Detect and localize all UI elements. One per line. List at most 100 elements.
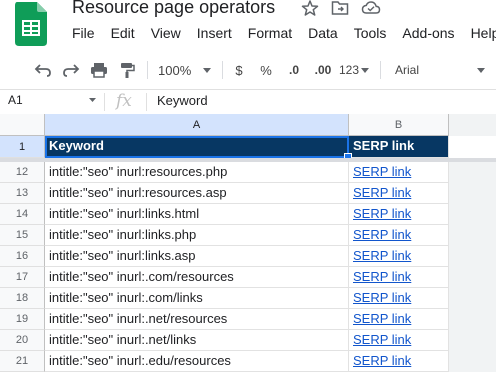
font-value: Arial (395, 63, 420, 77)
menu-file[interactable]: File (72, 24, 95, 44)
out-of-range-area (449, 246, 496, 267)
function-icon: fx (116, 91, 132, 111)
out-of-range-area (449, 162, 496, 183)
currency-format-button[interactable]: $ (231, 53, 247, 87)
cloud-saved-icon[interactable] (361, 0, 381, 16)
serp-link-cell[interactable]: SERP link (349, 267, 449, 288)
chevron-down-icon[interactable] (89, 98, 96, 102)
serp-link[interactable]: SERP link (353, 311, 411, 326)
serp-link[interactable]: SERP link (353, 290, 411, 305)
header-cell-keyword[interactable]: Keyword (45, 136, 349, 158)
serp-link[interactable]: SERP link (353, 185, 411, 200)
sheets-logo-icon[interactable] (15, 2, 47, 46)
star-icon[interactable] (301, 0, 319, 16)
serp-link-cell[interactable]: SERP link (349, 225, 449, 246)
toolbar: 100% $ % .0 .00 123 Arial (0, 53, 496, 87)
document-title[interactable]: Resource page operators (72, 0, 275, 18)
chevron-down-icon (361, 67, 370, 73)
row-header[interactable]: 20 (0, 330, 45, 351)
out-of-range-area (449, 183, 496, 204)
menu-help[interactable]: Help (471, 24, 496, 44)
more-formats-button[interactable]: 123 (339, 53, 373, 87)
keyword-cell[interactable]: intitle:"seo" inurl:links.html (45, 204, 349, 225)
menu-view[interactable]: View (151, 24, 181, 44)
out-of-range-area (449, 204, 496, 225)
serp-link[interactable]: SERP link (353, 269, 411, 284)
toolbar-divider (147, 61, 148, 79)
row-header[interactable]: 15 (0, 225, 45, 246)
toolbar-divider (380, 61, 381, 79)
serp-link-cell[interactable]: SERP link (349, 309, 449, 330)
out-of-range-area (449, 267, 496, 288)
row-header[interactable]: 12 (0, 162, 45, 183)
keyword-cell[interactable]: intitle:"seo" inurl:resources.php (45, 162, 349, 183)
serp-link[interactable]: SERP link (353, 332, 411, 347)
menu-format[interactable]: Format (248, 24, 292, 44)
font-select[interactable]: Arial (395, 53, 496, 87)
serp-link-cell[interactable]: SERP link (349, 351, 449, 372)
serp-link[interactable]: SERP link (353, 206, 411, 221)
serp-link-cell[interactable]: SERP link (349, 204, 449, 225)
row-header[interactable]: 14 (0, 204, 45, 225)
print-icon[interactable] (88, 53, 110, 87)
keyword-cell[interactable]: intitle:"seo" inurl:.com/resources (45, 267, 349, 288)
serp-link-cell[interactable]: SERP link (349, 183, 449, 204)
zoom-select[interactable]: 100% (158, 53, 216, 87)
keyword-cell[interactable]: intitle:"seo" inurl:.com/links (45, 288, 349, 309)
select-all-corner[interactable] (0, 114, 45, 136)
out-of-range-area (449, 330, 496, 351)
row-header[interactable]: 13 (0, 183, 45, 204)
serp-link-cell[interactable]: SERP link (349, 330, 449, 351)
menu-insert[interactable]: Insert (197, 24, 232, 44)
menu-data[interactable]: Data (308, 24, 338, 44)
menu-bar: File Edit View Insert Format Data Tools … (72, 24, 496, 44)
column-header-b[interactable]: B (349, 114, 449, 136)
keyword-cell[interactable]: intitle:"seo" inurl:.net/resources (45, 309, 349, 330)
header-cell-serp-link[interactable]: SERP link (349, 136, 449, 158)
row-header[interactable]: 18 (0, 288, 45, 309)
out-of-range-area (449, 351, 496, 372)
row-header[interactable]: 17 (0, 267, 45, 288)
keyword-cell[interactable]: intitle:"seo" inurl:.net/links (45, 330, 349, 351)
keyword-cell[interactable]: intitle:"seo" inurl:links.php (45, 225, 349, 246)
menu-edit[interactable]: Edit (111, 24, 135, 44)
undo-icon[interactable] (32, 53, 54, 87)
serp-link[interactable]: SERP link (353, 227, 411, 242)
row-header[interactable]: 19 (0, 309, 45, 330)
serp-link-cell[interactable]: SERP link (349, 246, 449, 267)
formula-input[interactable]: Keyword (157, 93, 208, 108)
column-header-a[interactable]: A (45, 114, 349, 136)
out-of-range-area (449, 225, 496, 246)
percent-format-button[interactable]: % (258, 53, 274, 87)
menu-add-ons[interactable]: Add-ons (402, 24, 454, 44)
out-of-range-area (449, 288, 496, 309)
serp-link[interactable]: SERP link (353, 164, 411, 179)
serp-link[interactable]: SERP link (353, 248, 411, 263)
row-header[interactable]: 1 (0, 136, 45, 158)
out-of-range-area (449, 309, 496, 330)
serp-link[interactable]: SERP link (353, 353, 411, 368)
decrease-decimal-button[interactable]: .0 (284, 53, 304, 87)
increase-decimal-button[interactable]: .00 (311, 53, 335, 87)
row-header[interactable]: 16 (0, 246, 45, 267)
zoom-value: 100% (158, 62, 192, 78)
serp-link-cell[interactable]: SERP link (349, 162, 449, 183)
keyword-cell[interactable]: intitle:"seo" inurl:resources.asp (45, 183, 349, 204)
menu-tools[interactable]: Tools (354, 24, 387, 44)
toolbar-divider (222, 61, 223, 79)
spreadsheet-grid: A B 1 Keyword SERP link 12 intitle:"seo" … (0, 114, 496, 374)
move-to-folder-icon[interactable] (331, 0, 349, 16)
redo-icon[interactable] (60, 53, 82, 87)
keyword-cell[interactable]: intitle:"seo" inurl:links.asp (45, 246, 349, 267)
header-filler (449, 114, 496, 136)
formula-bar: A1 fx Keyword (0, 89, 496, 115)
divider (146, 93, 147, 111)
chevron-down-icon (477, 67, 486, 73)
keyword-cell[interactable]: intitle:"seo" inurl:.edu/resources (45, 351, 349, 372)
paint-format-icon[interactable] (116, 53, 138, 87)
row-header[interactable]: 21 (0, 351, 45, 372)
name-box[interactable]: A1 (8, 93, 23, 107)
chevron-down-icon (203, 67, 212, 73)
title-bar: Resource page operators File Edit View I… (0, 0, 496, 48)
serp-link-cell[interactable]: SERP link (349, 288, 449, 309)
